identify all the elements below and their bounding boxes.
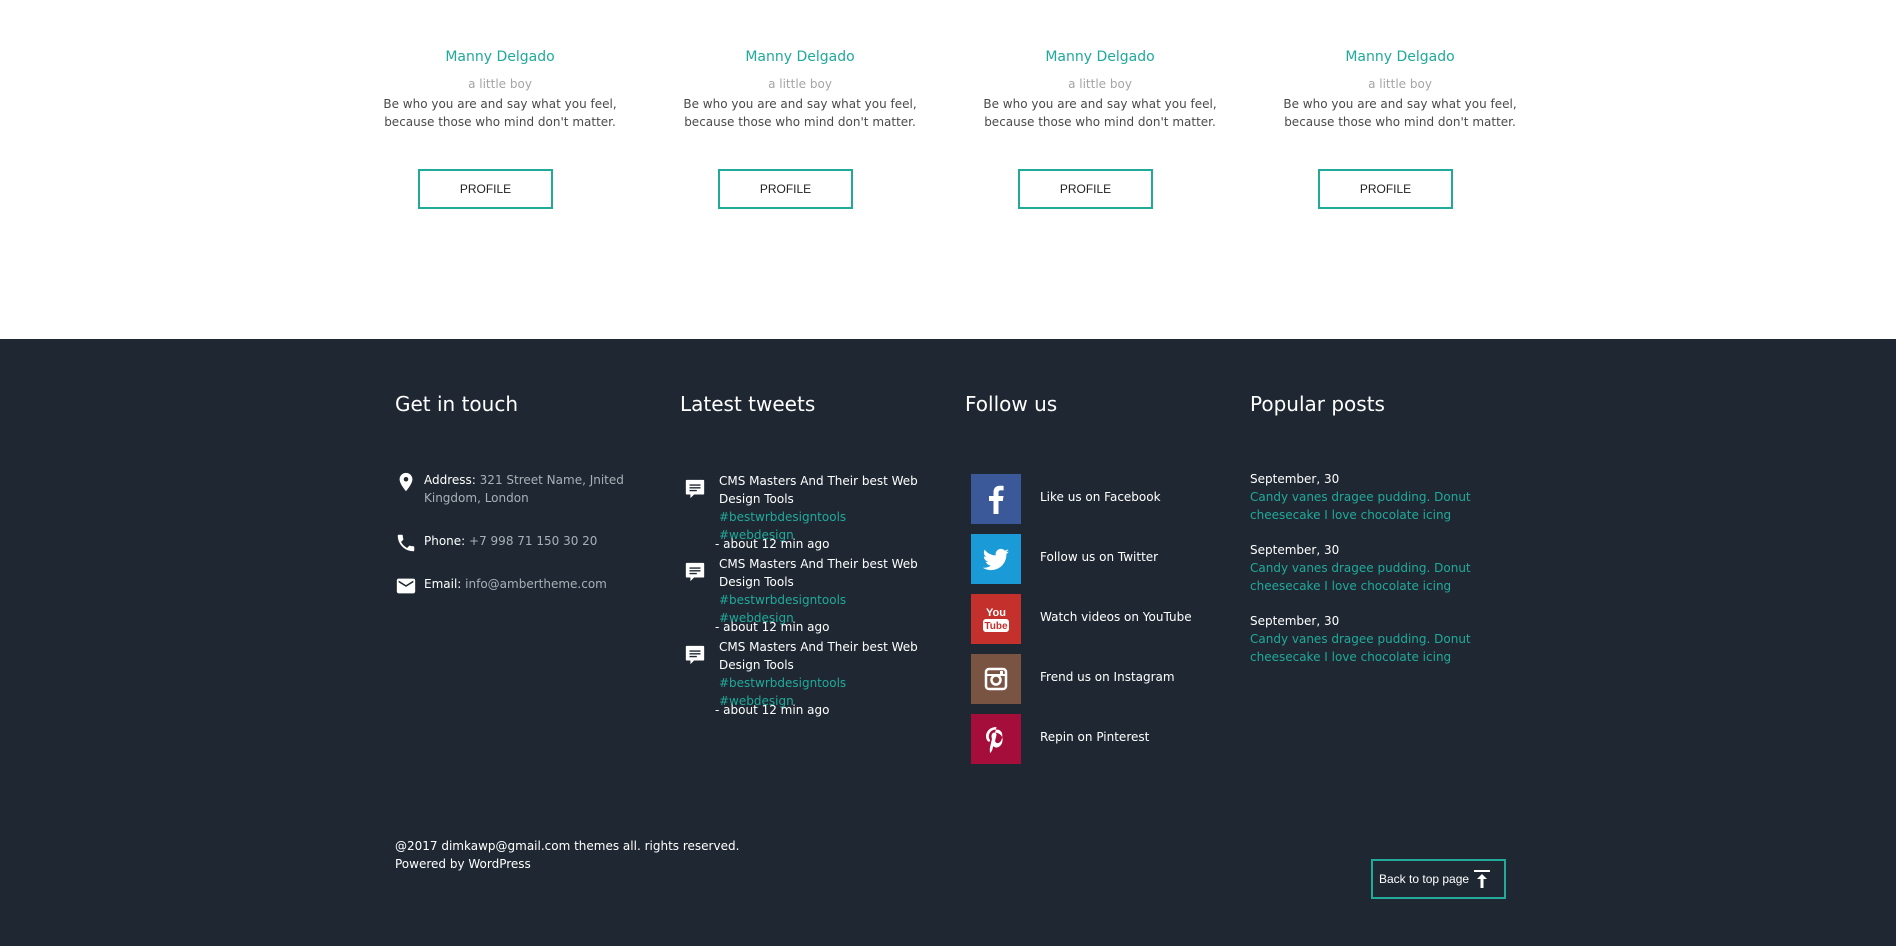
powered-by-link[interactable]: Powered by WordPress [395, 855, 739, 873]
post-date: September, 30 [1250, 543, 1340, 557]
tweets-title: Latest tweets [680, 392, 816, 416]
contact-address: Address: 321 Street Name, Jnited Kingdom… [395, 471, 625, 511]
popular-post[interactable]: September, 30 Candy vanes dragee pudding… [1250, 541, 1480, 595]
svg-text:You: You [986, 607, 1006, 619]
popular-post[interactable]: September, 30 Candy vanes dragee pudding… [1250, 470, 1480, 524]
profile-button[interactable]: PROFILE [418, 169, 553, 209]
post-excerpt[interactable]: Candy vanes dragee pudding. Donut cheese… [1250, 488, 1480, 524]
copyright-text: @2017 dimkawp@gmail.com themes all. righ… [395, 839, 740, 853]
address-value-line1: 321 Street Name, Jnited [479, 473, 624, 487]
member-quote: Be who you are and say what you feel, be… [983, 97, 1217, 129]
comment-icon [685, 645, 705, 665]
svg-text:Tube: Tube [984, 621, 1008, 632]
phone-icon [397, 534, 415, 552]
contact-email: Email: info@ambertheme.com [395, 575, 625, 597]
tweet-time: - about 12 min ago [715, 537, 830, 551]
hashtag-link[interactable]: #bestwrbdesigntools [719, 593, 846, 607]
email-icon [396, 578, 416, 594]
back-to-top-label: Back to top page [1379, 872, 1470, 886]
member-name: Manny Delgado [745, 49, 855, 65]
social-instagram[interactable]: Frend us on Instagram [971, 654, 1201, 704]
back-to-top-button[interactable]: Back to top page [1371, 859, 1506, 899]
member-name: Manny Delgado [1345, 49, 1455, 65]
member-role: a little boy [768, 77, 832, 91]
social-label: Watch videos on YouTube [1040, 610, 1192, 624]
team-member-card: Manny Delgado a little boy Be who you ar… [1280, 48, 1520, 209]
tweet-text: CMS Masters And Their best Web Design To… [719, 474, 918, 542]
social-pinterest[interactable]: Repin on Pinterest [971, 714, 1201, 764]
comment-icon [685, 479, 705, 499]
contact-title: Get in touch [395, 392, 519, 416]
team-member-card: Manny Delgado a little boy Be who you ar… [380, 48, 620, 209]
member-role: a little boy [1368, 77, 1432, 91]
tweet-time: - about 12 min ago [715, 620, 830, 634]
site-footer: Get in touch Latest tweets Follow us Pop… [0, 339, 1896, 946]
member-role: a little boy [1068, 77, 1132, 91]
social-label: Repin on Pinterest [1040, 730, 1150, 744]
tweet-text: CMS Masters And Their best Web Design To… [719, 640, 918, 708]
contact-phone: Phone: +7 998 71 150 30 20 [395, 532, 625, 554]
social-label: Frend us on Instagram [1040, 670, 1175, 684]
tweet-item: CMS Masters And Their best Web Design To… [680, 638, 920, 718]
instagram-icon [971, 654, 1021, 704]
social-label: Like us on Facebook [1040, 490, 1161, 504]
social-facebook[interactable]: Like us on Facebook [971, 474, 1201, 524]
post-excerpt[interactable]: Candy vanes dragee pudding. Donut cheese… [1250, 559, 1480, 595]
location-pin-icon [399, 472, 413, 492]
hashtag-link[interactable]: #bestwrbdesigntools [719, 510, 846, 524]
comment-icon [685, 562, 705, 582]
address-value-line2: Kingdom, London [424, 491, 529, 505]
team-member-card: Manny Delgado a little boy Be who you ar… [980, 48, 1220, 209]
email-label: Email: [424, 577, 462, 591]
social-label: Follow us on Twitter [1040, 550, 1159, 564]
member-name: Manny Delgado [445, 49, 555, 65]
post-date: September, 30 [1250, 472, 1340, 486]
tweet-text: CMS Masters And Their best Web Design To… [719, 557, 918, 625]
member-role: a little boy [468, 77, 532, 91]
facebook-icon [971, 474, 1021, 524]
profile-button[interactable]: PROFILE [718, 169, 853, 209]
profile-button[interactable]: PROFILE [1018, 169, 1153, 209]
posts-title: Popular posts [1250, 392, 1385, 416]
address-label: Address: [424, 473, 476, 487]
post-excerpt[interactable]: Candy vanes dragee pudding. Donut cheese… [1250, 630, 1480, 666]
youtube-icon: You Tube [971, 594, 1021, 644]
copyright: @2017 dimkawp@gmail.com themes all. righ… [395, 837, 739, 873]
social-twitter[interactable]: Follow us on Twitter [971, 534, 1201, 584]
twitter-icon [971, 534, 1021, 584]
arrow-up-icon [1474, 870, 1490, 888]
tweet-item: CMS Masters And Their best Web Design To… [680, 472, 920, 552]
member-quote: Be who you are and say what you feel, be… [383, 97, 617, 129]
profile-button[interactable]: PROFILE [1318, 169, 1453, 209]
phone-value[interactable]: +7 998 71 150 30 20 [469, 534, 597, 548]
member-quote: Be who you are and say what you feel, be… [1283, 97, 1517, 129]
tweet-time: - about 12 min ago [715, 703, 830, 717]
tweet-item: CMS Masters And Their best Web Design To… [680, 555, 920, 635]
follow-title: Follow us [965, 392, 1058, 416]
popular-post[interactable]: September, 30 Candy vanes dragee pudding… [1250, 612, 1480, 666]
pinterest-icon [971, 714, 1021, 764]
team-member-card: Manny Delgado a little boy Be who you ar… [680, 48, 920, 209]
member-name: Manny Delgado [1045, 49, 1155, 65]
hashtag-link[interactable]: #bestwrbdesigntools [719, 676, 846, 690]
team-section: Manny Delgado a little boy Be who you ar… [0, 0, 1896, 339]
email-value[interactable]: info@ambertheme.com [465, 577, 607, 591]
phone-label: Phone: [424, 534, 466, 548]
social-youtube[interactable]: You Tube Watch videos on YouTube [971, 594, 1201, 644]
member-quote: Be who you are and say what you feel, be… [683, 97, 917, 129]
post-date: September, 30 [1250, 614, 1340, 628]
